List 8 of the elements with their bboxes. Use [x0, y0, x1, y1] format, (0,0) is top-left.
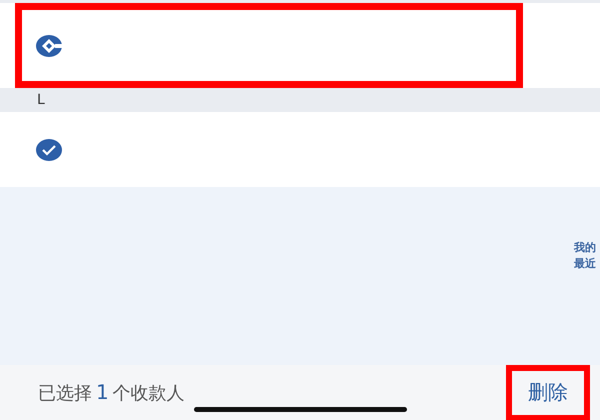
payee-row[interactable] — [0, 3, 600, 88]
bank-logo-icon — [36, 34, 62, 56]
section-header: L — [37, 92, 45, 108]
index-label[interactable]: 最近 — [574, 256, 596, 272]
checkbox[interactable] — [36, 138, 62, 160]
selection-summary: 已选择 1 个收款人 — [38, 380, 185, 405]
index-label[interactable]: 我的 — [574, 240, 596, 256]
delete-button[interactable]: 删除 — [506, 364, 590, 420]
